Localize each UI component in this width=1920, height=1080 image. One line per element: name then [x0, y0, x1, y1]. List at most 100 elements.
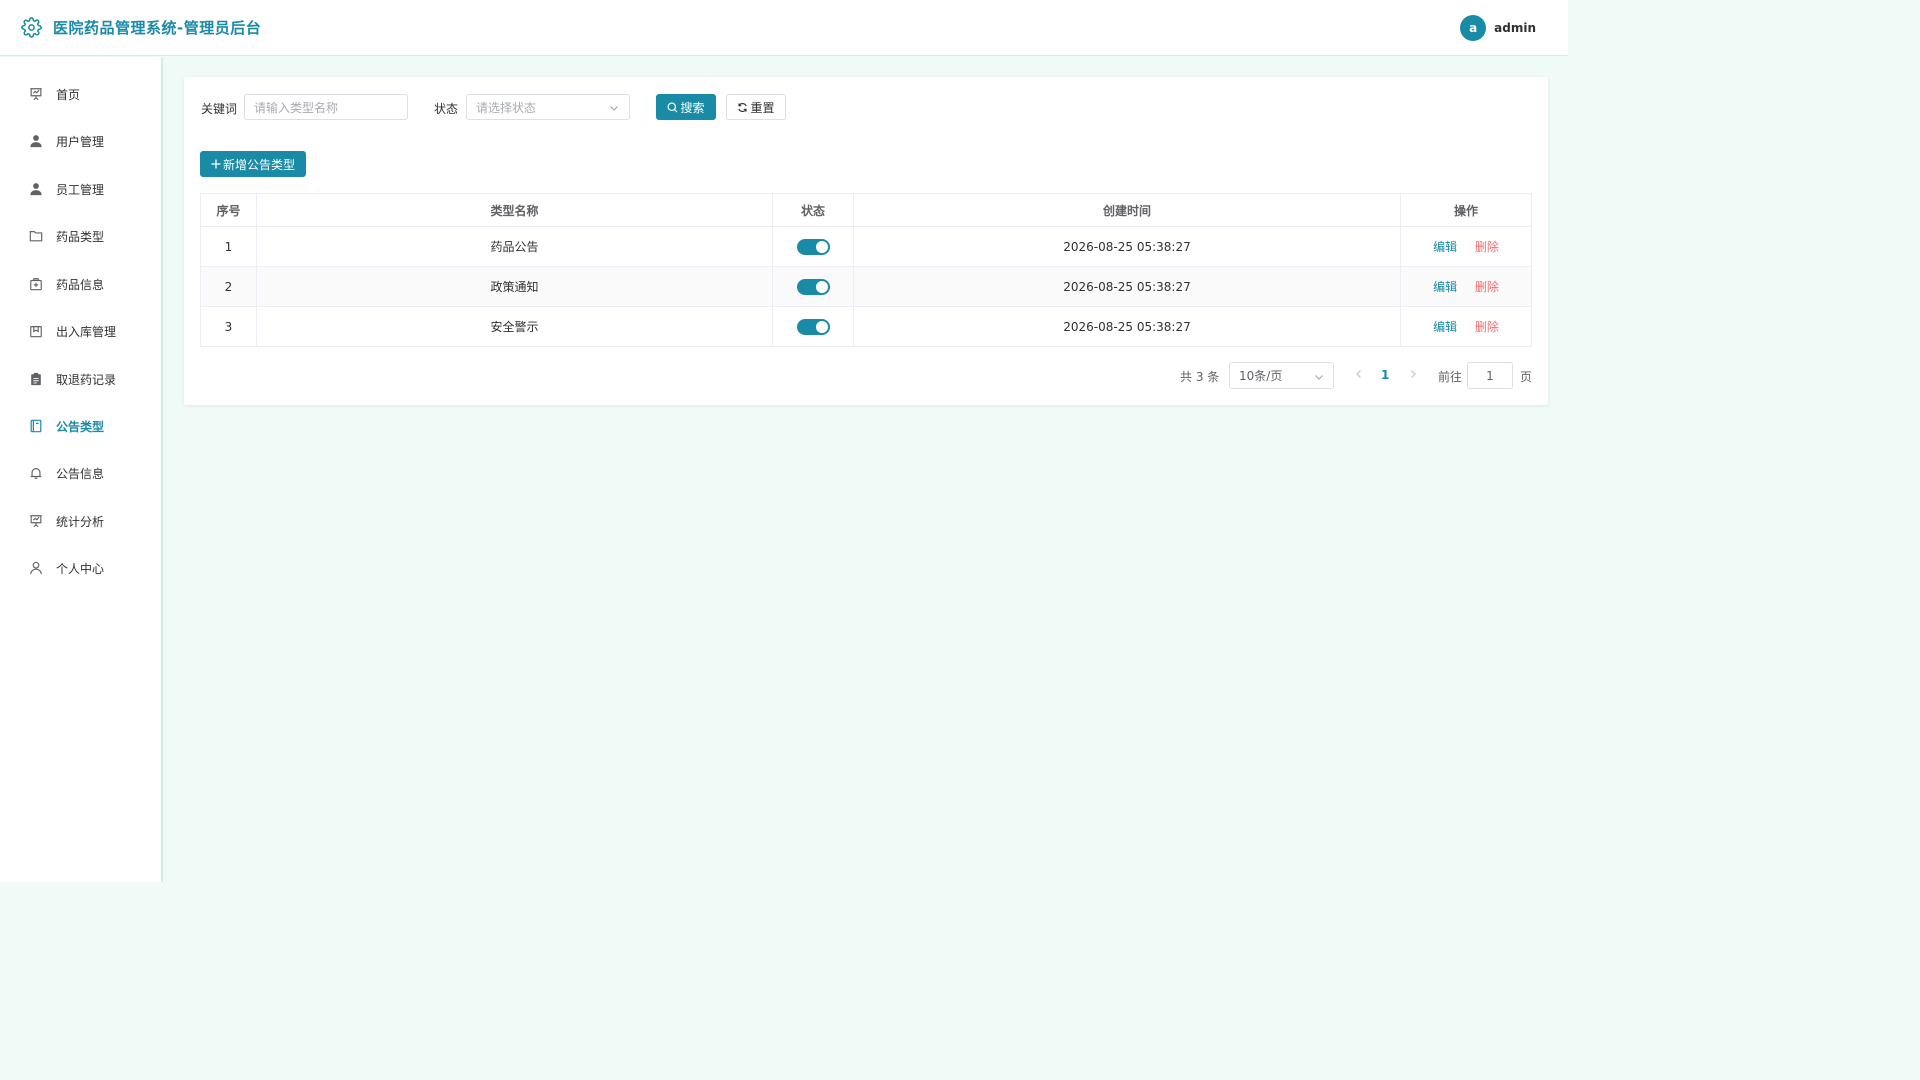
- sidebar-item-statistics[interactable]: 统计分析: [0, 501, 160, 541]
- sidebar-item-label: 首页: [56, 87, 81, 102]
- medicine-box-icon: [28, 276, 44, 292]
- chevron-right-icon[interactable]: [1408, 368, 1418, 383]
- presentation-icon: [28, 513, 44, 529]
- reset-button[interactable]: 重置: [726, 94, 786, 120]
- header-created: 创建时间: [853, 193, 1401, 227]
- avatar[interactable]: a: [1460, 15, 1487, 41]
- cell-created: 2026-08-25 05:38:27: [853, 306, 1401, 347]
- bell-icon: [28, 465, 44, 481]
- cell-actions: 编辑 删除: [1400, 226, 1532, 267]
- gear-icon: [20, 17, 42, 39]
- sidebar-item-dispense-records[interactable]: 取退药记录: [0, 359, 160, 399]
- add-notice-type-button[interactable]: 新增公告类型: [200, 151, 306, 177]
- sidebar-item-profile[interactable]: 个人中心: [0, 548, 160, 588]
- sidebar-item-staff[interactable]: 员工管理: [0, 169, 160, 209]
- status-toggle[interactable]: [796, 238, 830, 255]
- cell-created: 2026-08-25 05:38:27: [853, 226, 1401, 267]
- cell-status: [772, 226, 854, 267]
- sidebar: 首页 用户管理 员工管理 药品类型 药品信息 出入库管理 取退药记录 公告类型 …: [0, 57, 163, 882]
- top-bar: 医院药品管理系统-管理员后台 a admin: [0, 0, 1568, 56]
- sidebar-item-label: 取退药记录: [56, 372, 117, 387]
- keyword-placeholder: 请输入类型名称: [254, 100, 339, 115]
- user-outline-icon: [28, 560, 44, 576]
- header-actions: 操作: [1400, 193, 1532, 227]
- page-size-select[interactable]: 10条/页: [1229, 362, 1334, 389]
- status-select[interactable]: 请选择状态: [466, 94, 630, 120]
- toggle-knob: [815, 320, 828, 333]
- sidebar-item-drug-types[interactable]: 药品类型: [0, 216, 160, 256]
- cell-index: 1: [200, 226, 257, 267]
- sidebar-item-label: 用户管理: [56, 134, 105, 149]
- keyword-label: 关键词: [201, 102, 238, 116]
- sidebar-item-label: 统计分析: [56, 514, 105, 529]
- goto-page-input[interactable]: [1467, 362, 1513, 389]
- user-icon: [28, 181, 44, 197]
- sidebar-item-users[interactable]: 用户管理: [0, 121, 160, 161]
- sidebar-item-drug-info[interactable]: 药品信息: [0, 264, 160, 304]
- page-number-current[interactable]: 1: [1381, 368, 1389, 382]
- sidebar-item-notice-info[interactable]: 公告信息: [0, 453, 160, 493]
- cell-name: 安全警示: [256, 306, 773, 347]
- reset-button-label: 重置: [750, 100, 775, 115]
- username[interactable]: admin: [1494, 21, 1536, 35]
- cell-name: 药品公告: [256, 226, 773, 267]
- cell-actions: 编辑 删除: [1400, 266, 1532, 307]
- table-row: 1 药品公告 2026-08-25 05:38:27 编辑 删除: [200, 226, 1532, 267]
- chevron-down-icon: [1314, 371, 1324, 385]
- sidebar-item-notice-types[interactable]: 公告类型: [0, 406, 160, 446]
- delete-link[interactable]: 删除: [1475, 320, 1499, 334]
- sidebar-item-label: 公告类型: [56, 419, 105, 434]
- sidebar-item-label: 出入库管理: [56, 324, 117, 339]
- main-panel: 关键词 请输入类型名称 状态 请选择状态 搜索 重置 新增公告类型 序号 类型名…: [184, 77, 1548, 405]
- user-icon: [28, 133, 44, 149]
- brand: 医院药品管理系统-管理员后台: [20, 17, 261, 39]
- refresh-icon: [737, 102, 748, 113]
- presentation-icon: [28, 86, 44, 102]
- header-index: 序号: [200, 193, 257, 227]
- header-name: 类型名称: [256, 193, 773, 227]
- app-title: 医院药品管理系统-管理员后台: [53, 19, 262, 37]
- keyword-input[interactable]: 请输入类型名称: [244, 94, 408, 120]
- edit-link[interactable]: 编辑: [1433, 240, 1457, 254]
- cell-name: 政策通知: [256, 266, 773, 307]
- cell-actions: 编辑 删除: [1400, 306, 1532, 347]
- search-button[interactable]: 搜索: [656, 94, 716, 120]
- status-label: 状态: [434, 102, 459, 116]
- delete-link[interactable]: 删除: [1475, 240, 1499, 254]
- goto-label: 前往: [1438, 370, 1463, 384]
- add-button-label: 新增公告类型: [222, 157, 295, 172]
- table-row: 2 政策通知 2026-08-25 05:38:27 编辑 删除: [200, 266, 1532, 307]
- clipboard-icon: [28, 371, 44, 387]
- search-icon: [667, 102, 678, 113]
- pagination-total: 共 3 条: [1180, 370, 1220, 384]
- sidebar-item-label: 个人中心: [56, 561, 105, 576]
- search-button-label: 搜索: [680, 100, 705, 115]
- toggle-knob: [815, 240, 828, 253]
- cell-index: 3: [200, 306, 257, 347]
- box-icon: [28, 323, 44, 339]
- plus-icon: [211, 159, 221, 169]
- table-header-row: 序号 类型名称 状态 创建时间 操作: [200, 193, 1532, 227]
- header-status: 状态: [772, 193, 854, 227]
- chevron-down-icon: [609, 102, 619, 116]
- sidebar-item-label: 药品信息: [56, 277, 105, 292]
- sidebar-item-home[interactable]: 首页: [0, 74, 160, 114]
- page-size-value: 10条/页: [1239, 369, 1283, 383]
- edit-link[interactable]: 编辑: [1433, 280, 1457, 294]
- sidebar-item-label: 药品类型: [56, 229, 105, 244]
- edit-link[interactable]: 编辑: [1433, 320, 1457, 334]
- notebook-icon: [28, 418, 44, 434]
- status-toggle[interactable]: [796, 318, 830, 335]
- notice-type-table: 序号 类型名称 状态 创建时间 操作 1 药品公告 2026-08-25 05:…: [200, 193, 1532, 347]
- sidebar-item-label: 员工管理: [56, 182, 105, 197]
- status-toggle[interactable]: [796, 278, 830, 295]
- sidebar-item-label: 公告信息: [56, 466, 105, 481]
- sidebar-item-stock[interactable]: 出入库管理: [0, 311, 160, 351]
- folder-icon: [28, 228, 44, 244]
- cell-status: [772, 266, 854, 307]
- cell-created: 2026-08-25 05:38:27: [853, 266, 1401, 307]
- user-menu[interactable]: a admin: [1460, 15, 1536, 41]
- delete-link[interactable]: 删除: [1475, 280, 1499, 294]
- toggle-knob: [815, 280, 828, 293]
- chevron-left-icon[interactable]: [1354, 368, 1364, 383]
